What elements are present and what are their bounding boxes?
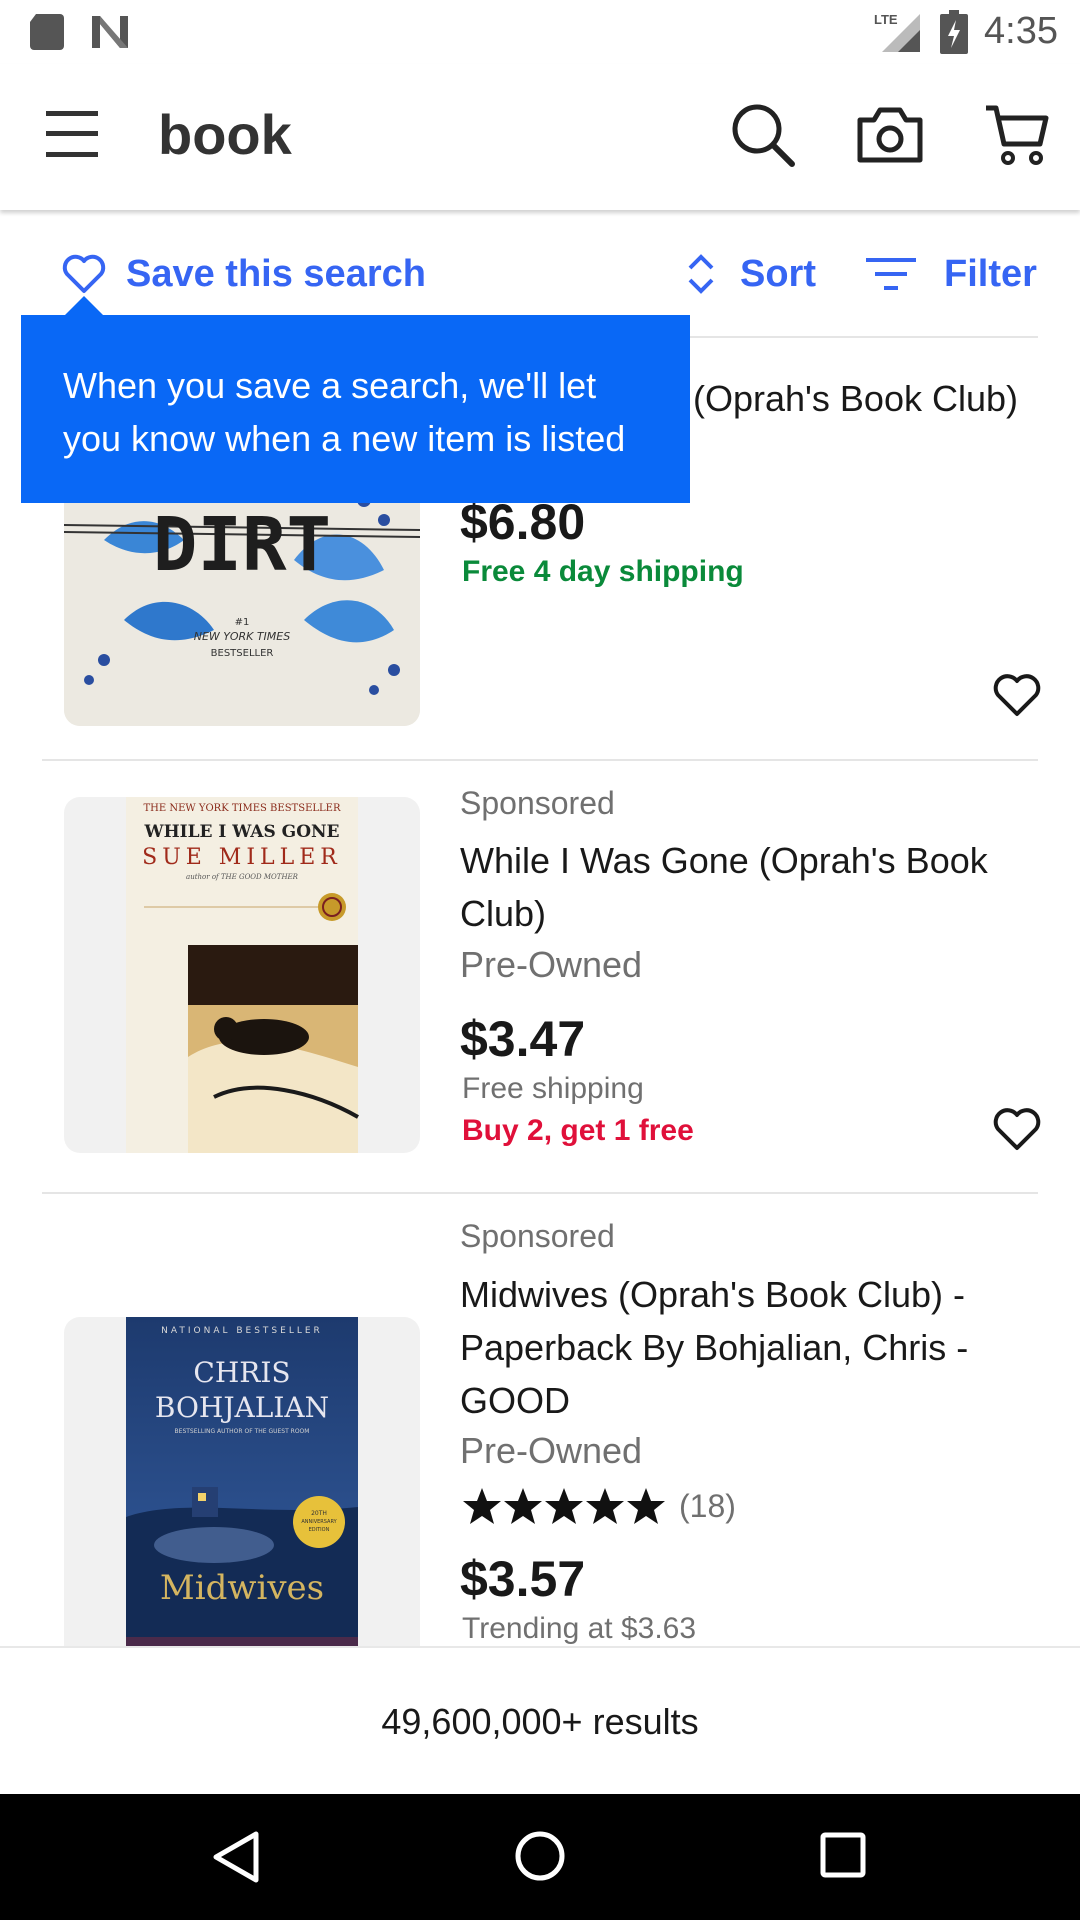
back-icon[interactable] <box>212 1830 260 1884</box>
sponsored-label: Sponsored <box>460 1218 615 1254</box>
star-icon <box>586 1488 624 1524</box>
notification-n-icon <box>92 16 128 48</box>
listing-promo: Buy 2, get 1 free <box>462 1114 694 1147</box>
listing-condition: Pre-Owned <box>460 944 643 985</box>
star-icon <box>463 1488 501 1524</box>
svg-text:WHILE I WAS GONE: WHILE I WAS GONE <box>143 822 339 842</box>
save-search-tooltip[interactable]: When you save a search, we'll let you kn… <box>21 315 690 503</box>
rating-stars: (18) <box>462 1486 736 1526</box>
save-search-label: Save this search <box>126 252 426 295</box>
listing-price: $3.47 <box>460 1011 586 1067</box>
svg-text:CHRIS: CHRIS <box>193 1356 290 1389</box>
star-icon <box>504 1488 542 1524</box>
home-icon[interactable] <box>514 1830 566 1882</box>
star-icon <box>545 1488 583 1524</box>
clock: 4:35 <box>984 10 1058 52</box>
heart-icon[interactable] <box>992 672 1042 718</box>
divider <box>42 759 1038 761</box>
sort-label: Sort <box>740 252 816 295</box>
listing-price: $3.57 <box>460 1551 586 1607</box>
heart-icon <box>62 254 106 293</box>
battery-charging-icon <box>940 10 968 54</box>
svg-text:20TH: 20TH <box>311 1510 327 1517</box>
filter-label: Filter <box>944 252 1037 295</box>
listing-condition: Pre-Owned <box>460 1430 643 1471</box>
svg-text:BESTSELLER: BESTSELLER <box>211 648 274 659</box>
results-count: 49,600,000+ results <box>0 1646 1080 1794</box>
book-cover-midwives: NATIONAL BESTSELLER CHRIS BOHJALIAN BEST… <box>126 1317 358 1647</box>
system-nav-bar <box>0 1794 1080 1920</box>
menu-icon[interactable] <box>44 109 100 159</box>
svg-text:BESTSELLING AUTHOR OF THE GUES: BESTSELLING AUTHOR OF THE GUEST ROOM <box>175 1428 310 1435</box>
svg-text:Midwives: Midwives <box>160 1568 324 1608</box>
search-query[interactable]: book <box>158 102 292 167</box>
svg-text:EDITION: EDITION <box>309 1527 330 1533</box>
listing-title[interactable]: (Oprah's Book Club) <box>693 372 1053 425</box>
svg-text:THE NEW YORK TIMES BESTSELLER: THE NEW YORK TIMES BESTSELLER <box>144 803 341 814</box>
signal-lte-icon: LTE <box>874 12 920 52</box>
sort-button[interactable]: Sort <box>686 248 816 300</box>
book-cover-while-i-was-gone: THE NEW YORK TIMES BESTSELLER WHILE I WA… <box>126 797 359 1153</box>
svg-text:ANNIVERSARY: ANNIVERSARY <box>301 1519 337 1525</box>
heart-icon[interactable] <box>992 1106 1042 1152</box>
listing-image[interactable]: NATIONAL BESTSELLER CHRIS BOHJALIAN BEST… <box>64 1317 420 1647</box>
save-search-button[interactable]: Save this search <box>62 248 426 300</box>
sponsored-label: Sponsored <box>460 785 615 821</box>
camera-icon[interactable] <box>856 104 924 164</box>
tooltip-arrow <box>64 296 104 316</box>
listing-shipping: Free 4 day shipping <box>462 555 744 588</box>
recents-icon[interactable] <box>820 1832 866 1878</box>
sort-icon <box>688 254 714 294</box>
svg-text:#1: #1 <box>235 617 250 628</box>
divider <box>42 1192 1038 1194</box>
filter-icon <box>866 258 916 290</box>
status-bar: LTE 4:35 <box>0 0 1080 64</box>
listing-image[interactable]: THE NEW YORK TIMES BESTSELLER WHILE I WA… <box>64 797 420 1153</box>
filter-button[interactable]: Filter <box>866 248 1037 300</box>
svg-text:author of THE GOOD MOTHER: author of THE GOOD MOTHER <box>186 873 299 881</box>
listing-title[interactable]: While I Was Gone (Oprah's Book Club) <box>460 834 1020 940</box>
sd-card-icon <box>30 14 64 50</box>
review-count: (18) <box>679 1487 736 1524</box>
svg-text:NATIONAL BESTSELLER: NATIONAL BESTSELLER <box>161 1326 323 1336</box>
svg-text:NEW YORK TIMES: NEW YORK TIMES <box>194 630 290 643</box>
listing-shipping: Free shipping <box>462 1072 644 1105</box>
star-icon <box>627 1488 665 1524</box>
svg-text:BOHJALIAN: BOHJALIAN <box>155 1391 329 1424</box>
listing-title[interactable]: Midwives (Oprah's Book Club) - Paperback… <box>460 1268 1020 1427</box>
svg-text:LTE: LTE <box>874 12 898 27</box>
svg-text:DIRT: DIRT <box>153 502 331 588</box>
listing-trending-price: Trending at $3.63 <box>462 1612 697 1645</box>
app-header: book <box>0 64 1080 210</box>
cart-icon[interactable] <box>984 102 1050 166</box>
search-icon[interactable] <box>730 102 796 168</box>
svg-text:SUE MILLER: SUE MILLER <box>142 845 342 870</box>
